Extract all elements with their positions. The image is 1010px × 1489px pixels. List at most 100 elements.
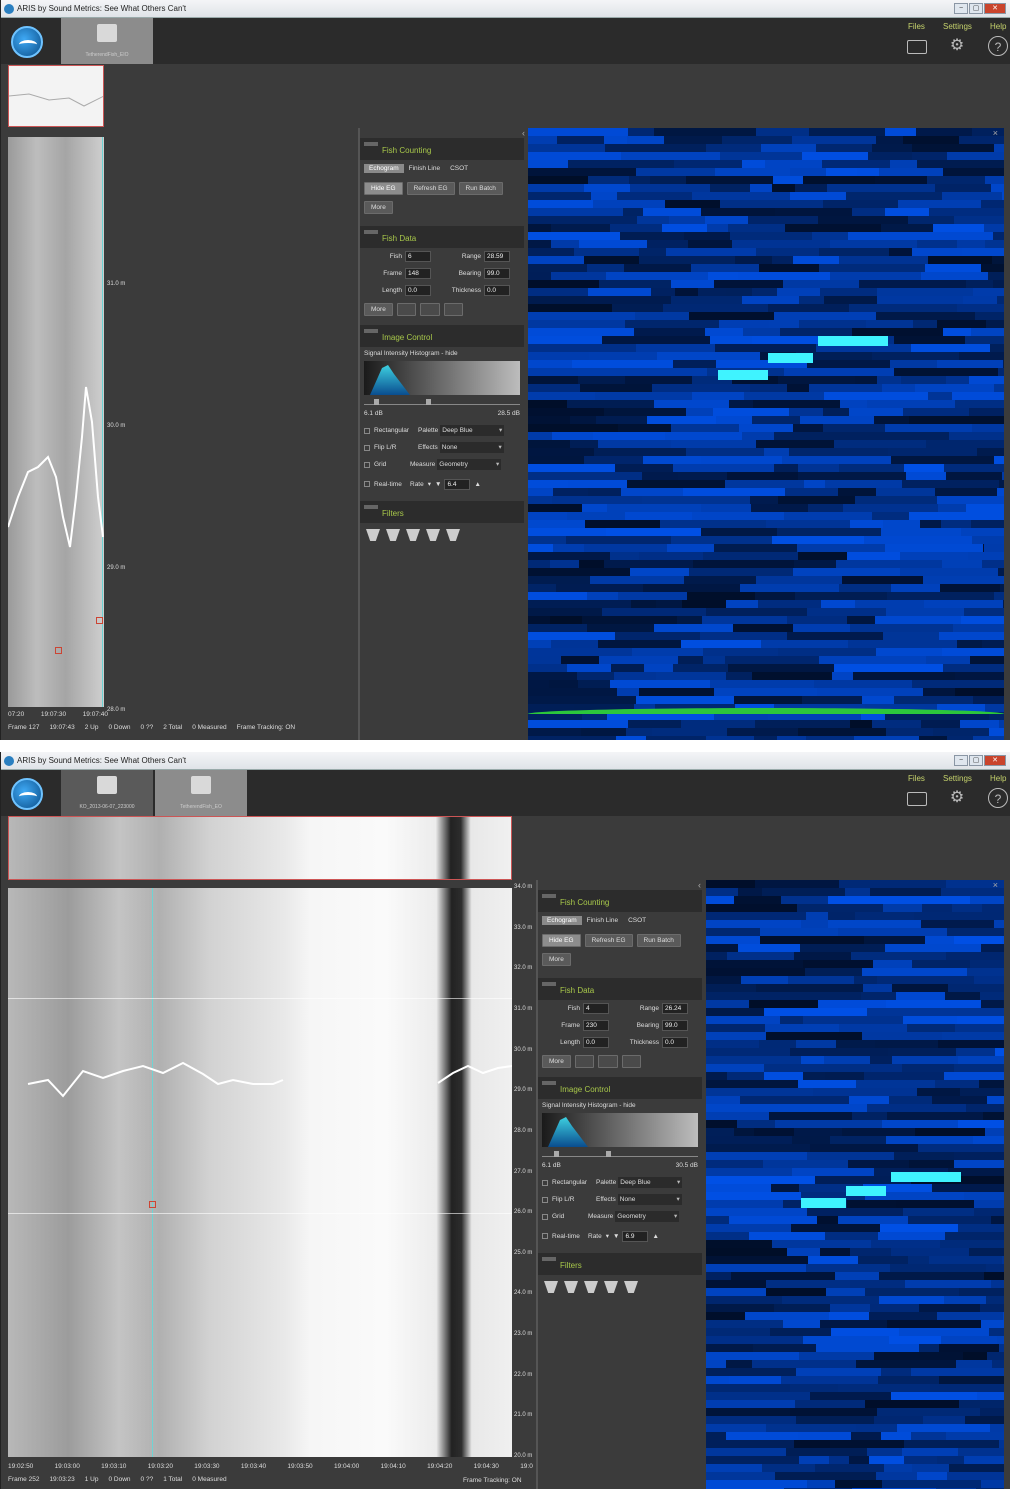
section-fish-counting[interactable]: Fish Counting — [360, 138, 524, 160]
fish-marker-edge[interactable] — [96, 617, 103, 624]
filter-icon[interactable] — [426, 529, 440, 541]
folder-icon[interactable] — [907, 792, 927, 806]
rate-decrease-icon[interactable]: ▼ — [435, 481, 441, 488]
palette-select[interactable]: Deep Blue — [440, 425, 505, 436]
sonar-image[interactable]: × — [528, 128, 1004, 740]
aris-logo[interactable] — [11, 778, 43, 810]
echogram-overview[interactable] — [8, 65, 104, 127]
run-batch-button[interactable]: Run Batch — [636, 933, 681, 947]
help-icon[interactable]: ? — [988, 788, 1008, 808]
filter-icon[interactable] — [604, 1281, 618, 1293]
realtime-checkbox[interactable] — [364, 481, 370, 487]
gear-icon[interactable]: ⚙ — [947, 788, 967, 808]
close-button[interactable]: ✕ — [984, 755, 1006, 766]
slider-handle-min[interactable] — [554, 1151, 559, 1157]
fish-data-more-button[interactable]: More — [542, 1054, 571, 1068]
settings-menu[interactable]: Settings — [943, 774, 972, 783]
file-tab[interactable]: KO_2013-06-07_223000 — [61, 770, 153, 816]
refresh-eg-button[interactable]: Refresh EG — [584, 933, 633, 947]
filter-icon[interactable] — [386, 529, 400, 541]
more-button[interactable]: More — [364, 201, 393, 214]
thickness-field[interactable]: 0.0 — [662, 1037, 688, 1048]
filter-icon[interactable] — [564, 1281, 578, 1293]
length-field[interactable]: 0.0 — [405, 285, 431, 296]
section-fish-data[interactable]: Fish Data — [538, 978, 702, 1000]
signal-histogram[interactable] — [364, 361, 520, 395]
flip-checkbox[interactable] — [364, 444, 370, 451]
settings-menu[interactable]: Settings — [943, 22, 972, 31]
rate-dropdown-icon[interactable]: ▾ — [428, 480, 431, 488]
tab-finish-line[interactable]: Finish Line — [404, 164, 445, 173]
echogram-view[interactable] — [8, 888, 512, 1457]
filter-icon[interactable] — [366, 529, 380, 541]
help-menu[interactable]: Help — [990, 22, 1006, 31]
palette-select[interactable]: Deep Blue — [618, 1177, 683, 1188]
fish-data-more-button[interactable]: More — [364, 302, 393, 316]
bearing-field[interactable]: 99.0 — [662, 1020, 688, 1031]
fish-marker[interactable] — [149, 1201, 156, 1208]
section-image-control[interactable]: Image Control — [538, 1077, 702, 1099]
grid-checkbox[interactable] — [364, 461, 370, 468]
rate-field[interactable]: 6.4 — [444, 478, 471, 490]
effects-select[interactable]: None — [617, 1194, 682, 1205]
slider-handle-max[interactable] — [426, 399, 431, 405]
tab-finish-line[interactable]: Finish Line — [582, 916, 623, 925]
grid-checkbox[interactable] — [542, 1213, 548, 1220]
collapse-panel-icon[interactable]: ‹ — [522, 128, 525, 138]
histogram-toggle[interactable]: Signal Intensity Histogram - hide — [538, 1099, 702, 1111]
measure-select[interactable]: Geometry — [437, 459, 502, 470]
histogram-toggle[interactable]: Signal Intensity Histogram - hide — [360, 347, 524, 359]
section-fish-counting[interactable]: Fish Counting — [538, 890, 702, 912]
aris-logo[interactable] — [11, 26, 43, 58]
histogram-slider[interactable] — [364, 397, 520, 405]
measure-select[interactable]: Geometry — [615, 1211, 680, 1222]
range-field[interactable]: 28.59 — [484, 251, 510, 262]
filter-icon[interactable] — [624, 1281, 638, 1293]
frame-field[interactable]: 230 — [583, 1020, 609, 1031]
maximize-button[interactable]: ▢ — [969, 755, 983, 766]
help-icon[interactable]: ? — [988, 36, 1008, 56]
rectangular-checkbox[interactable] — [542, 1179, 548, 1186]
effects-select[interactable]: None — [439, 442, 504, 453]
gear-icon[interactable]: ⚙ — [947, 36, 967, 56]
refresh-eg-button[interactable]: Refresh EG — [406, 181, 455, 195]
section-filters[interactable]: Filters — [360, 501, 524, 523]
rate-increase-icon[interactable]: ▲ — [474, 481, 480, 488]
rate-field[interactable]: 6.9 — [622, 1230, 649, 1242]
flip-checkbox[interactable] — [542, 1196, 548, 1203]
histogram-slider[interactable] — [542, 1149, 698, 1157]
rate-increase-icon[interactable]: ▲ — [652, 1233, 658, 1240]
bearing-field[interactable]: 99.0 — [484, 268, 510, 279]
filter-icon[interactable] — [584, 1281, 598, 1293]
echogram-overview[interactable] — [8, 816, 512, 880]
file-tab-active[interactable]: TetherendFish_EIO — [61, 18, 153, 64]
echogram-view[interactable] — [8, 137, 104, 707]
slider-handle-max[interactable] — [606, 1151, 611, 1157]
minimize-button[interactable]: − — [954, 3, 968, 14]
rate-decrease-icon[interactable]: ▼ — [613, 1233, 619, 1240]
tab-echogram[interactable]: Echogram — [542, 916, 582, 925]
section-fish-data[interactable]: Fish Data — [360, 226, 524, 248]
files-menu[interactable]: Files — [908, 774, 925, 783]
close-sonar-icon[interactable]: × — [993, 880, 998, 890]
frame-field[interactable]: 148 — [405, 268, 431, 279]
section-filters[interactable]: Filters — [538, 1253, 702, 1275]
close-sonar-icon[interactable]: × — [993, 128, 998, 138]
fish-field[interactable]: 6 — [405, 251, 431, 262]
minimize-button[interactable]: − — [954, 755, 968, 766]
rectangular-checkbox[interactable] — [364, 427, 370, 434]
filter-icon[interactable] — [446, 529, 460, 541]
fish-marker[interactable] — [55, 647, 62, 654]
thickness-field[interactable]: 0.0 — [484, 285, 510, 296]
range-field[interactable]: 26.24 — [662, 1003, 688, 1014]
help-menu[interactable]: Help — [990, 774, 1006, 783]
close-button[interactable]: ✕ — [984, 3, 1006, 14]
tab-csot[interactable]: CSOT — [623, 916, 651, 925]
signal-histogram[interactable] — [542, 1113, 698, 1147]
file-tab-active[interactable]: TetherendFish_EO — [155, 770, 247, 816]
folder-icon[interactable] — [907, 40, 927, 54]
length-field[interactable]: 0.0 — [583, 1037, 609, 1048]
realtime-checkbox[interactable] — [542, 1233, 548, 1239]
filter-icon[interactable] — [406, 529, 420, 541]
slider-handle-min[interactable] — [374, 399, 379, 405]
